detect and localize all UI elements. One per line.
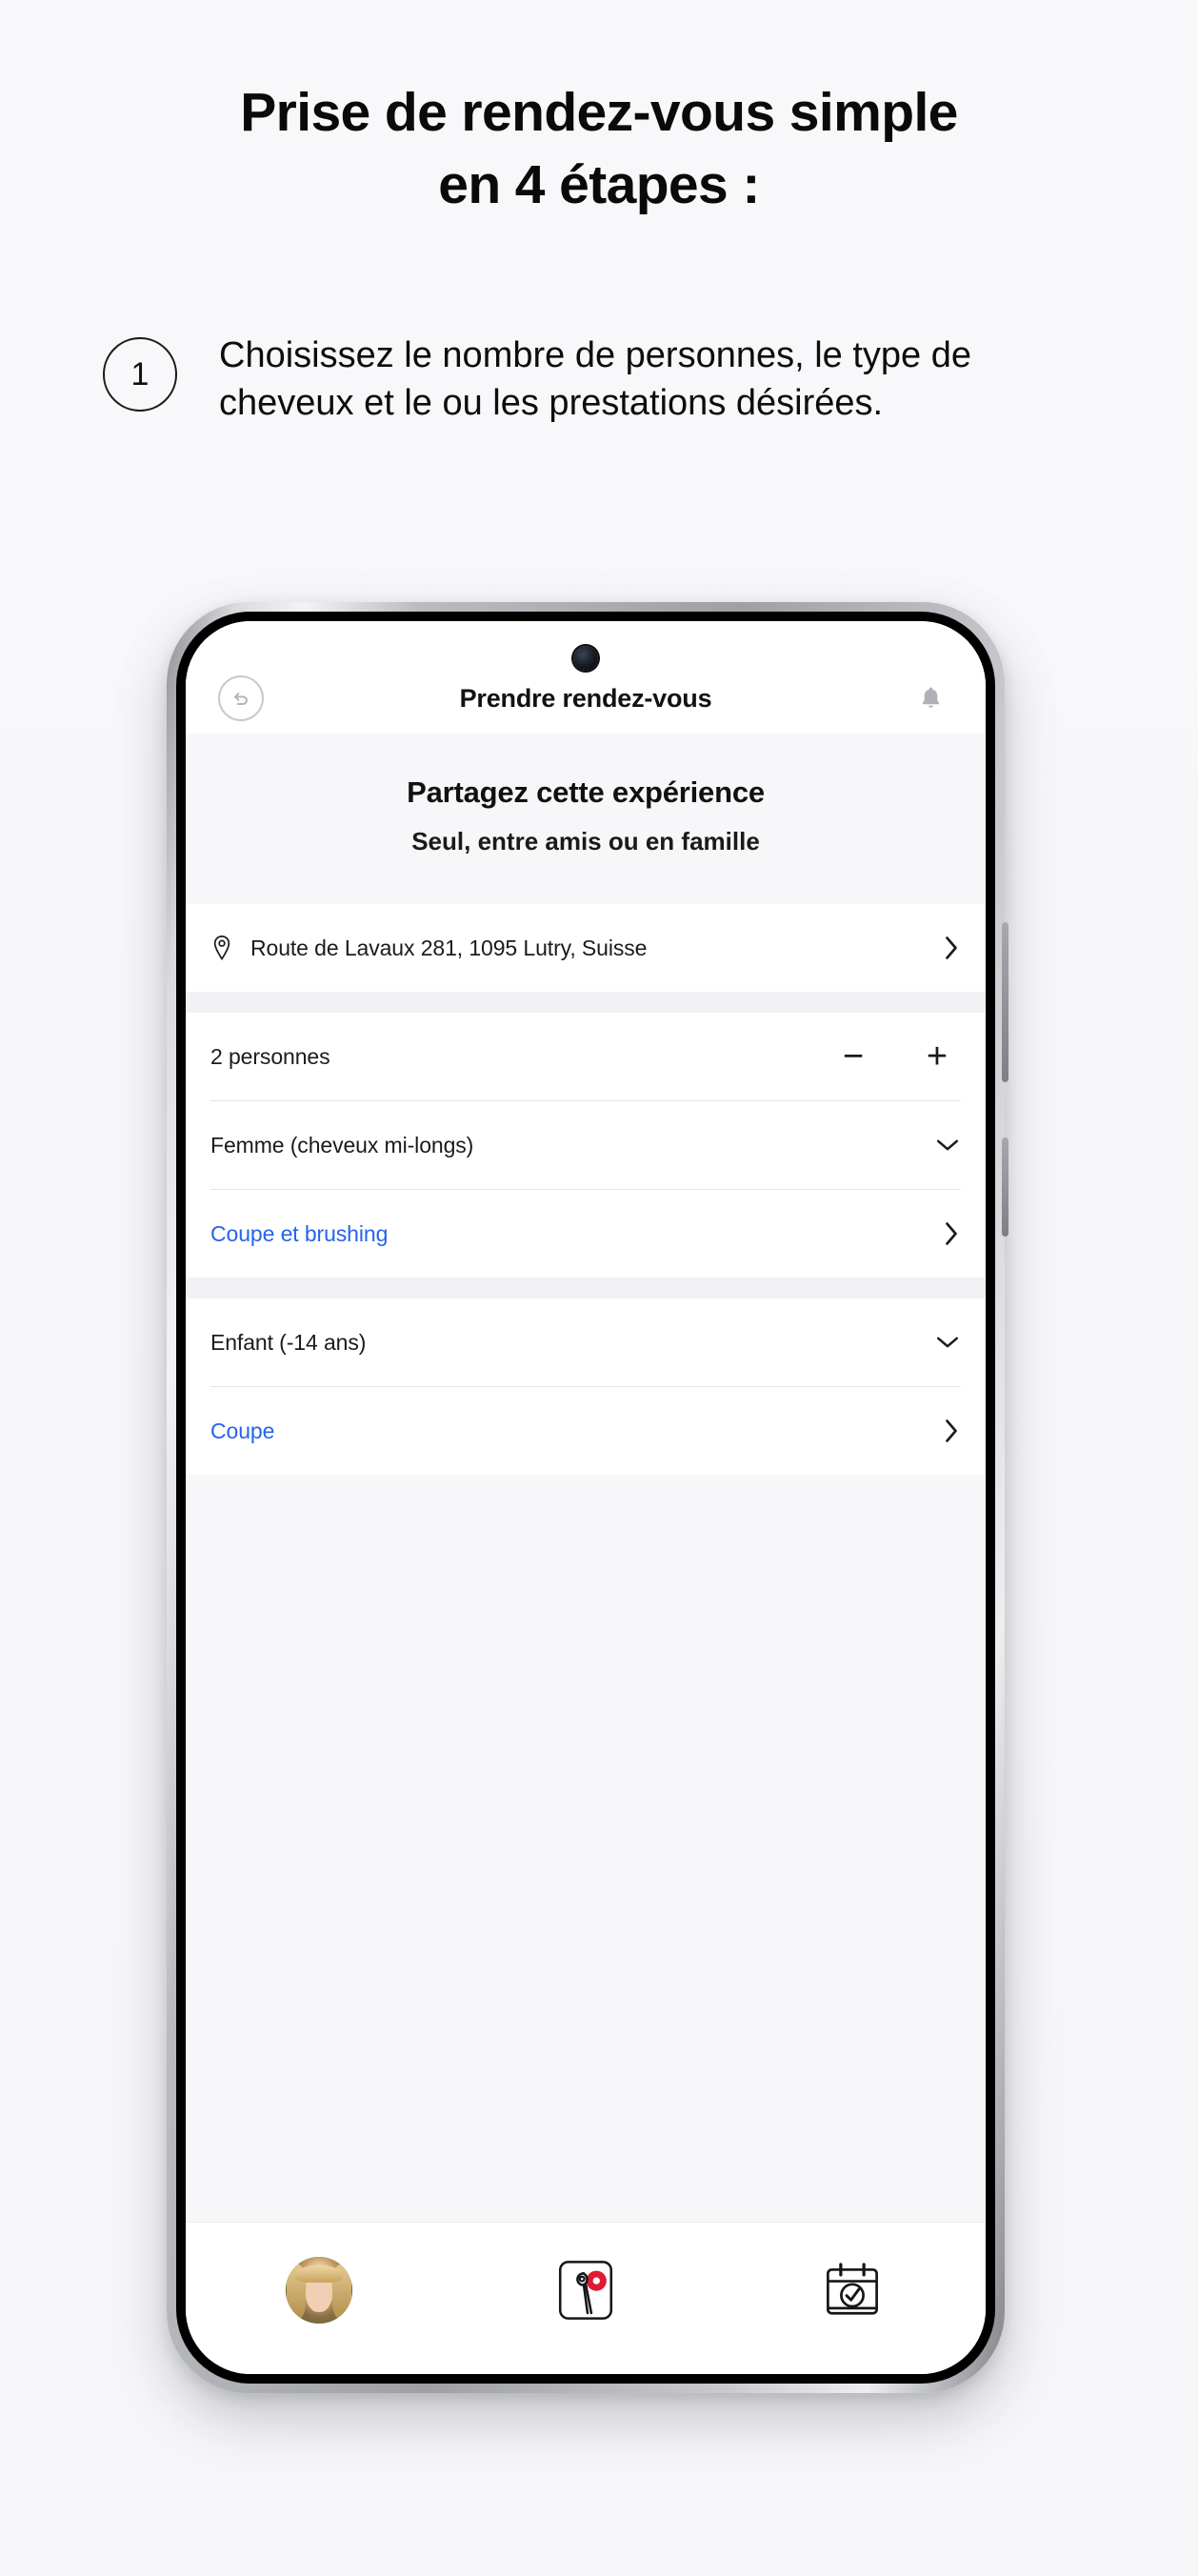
chevron-right-icon [928, 1219, 961, 1248]
quantity-stepper: − + [837, 1038, 961, 1075]
nav-item-profile[interactable] [270, 2244, 369, 2336]
bell-icon [922, 686, 939, 708]
persons-row: 2 personnes − + [186, 1013, 986, 1100]
avatar-icon [286, 2256, 352, 2324]
person-2-service-row[interactable]: Coupe [186, 1387, 986, 1475]
content-spacer [186, 1475, 986, 2222]
calendar-check-icon [827, 2262, 878, 2315]
notifications-button[interactable] [908, 675, 953, 721]
address-label: Route de Lavaux 281, 1095 Lutry, Suisse [250, 935, 648, 960]
person-1-type-row[interactable]: Femme (cheveux mi-longs) [186, 1101, 986, 1189]
persons-label: 2 personnes [210, 1043, 330, 1069]
booking-form: Route de Lavaux 281, 1095 Lutry, Suisse … [186, 904, 986, 1475]
back-button[interactable] [218, 675, 264, 721]
section-gap [186, 1278, 986, 1298]
bottom-navigation [186, 2222, 986, 2374]
app-title: Prendre rendez-vous [459, 683, 712, 713]
page-title: Prise de rendez-vous simple en 4 étapes … [0, 84, 1198, 214]
app-header: Prendre rendez-vous [186, 621, 986, 734]
person-1-service-row[interactable]: Coupe et brushing [186, 1190, 986, 1278]
step-number-badge: 1 [103, 337, 177, 412]
increment-persons-button[interactable]: + [921, 1038, 953, 1075]
person-1-type-label: Femme (cheveux mi-longs) [210, 1132, 474, 1157]
map-pin-icon [210, 935, 243, 961]
chevron-right-icon [928, 1417, 961, 1445]
nav-item-salon[interactable] [536, 2244, 635, 2336]
back-arrow-icon [234, 693, 248, 705]
decrement-persons-button[interactable]: − [837, 1038, 869, 1075]
share-subtitle: Seul, entre amis ou en famille [411, 827, 760, 855]
salon-card-icon [558, 2260, 613, 2320]
chevron-down-icon [928, 1136, 961, 1155]
chevron-right-icon [928, 934, 961, 962]
person-2-type-row[interactable]: Enfant (-14 ans) [186, 1298, 986, 1386]
chevron-down-icon [928, 1333, 961, 1352]
person-1-service-label: Coupe et brushing [210, 1220, 389, 1246]
phone-power-button [1002, 1137, 1008, 1237]
phone-screen: Prendre rendez-vous Partagez cette expér… [186, 621, 986, 2374]
person-2-type-label: Enfant (-14 ans) [210, 1329, 367, 1355]
front-camera-icon [573, 646, 598, 671]
step-description: Choisissez le nombre de personnes, le ty… [219, 335, 972, 424]
address-row[interactable]: Route de Lavaux 281, 1095 Lutry, Suisse [186, 904, 986, 992]
phone-volume-button [1002, 922, 1008, 1082]
heading-line-2: en 4 étapes : [438, 154, 760, 216]
share-title: Partagez cette expérience [407, 775, 765, 809]
promo-page: Prise de rendez-vous simple en 4 étapes … [0, 0, 1198, 2576]
person-2-service-label: Coupe [210, 1418, 275, 1443]
share-banner: Partagez cette expérience Seul, entre am… [186, 734, 986, 904]
heading-line-1: Prise de rendez-vous simple [240, 82, 958, 143]
phone-mockup: Prendre rendez-vous Partagez cette expér… [167, 602, 1008, 2393]
step-item-1: 1 Choisissez le nombre de personnes, le … [103, 332, 1095, 427]
nav-item-appointments[interactable] [803, 2244, 902, 2336]
section-gap [186, 992, 986, 1013]
